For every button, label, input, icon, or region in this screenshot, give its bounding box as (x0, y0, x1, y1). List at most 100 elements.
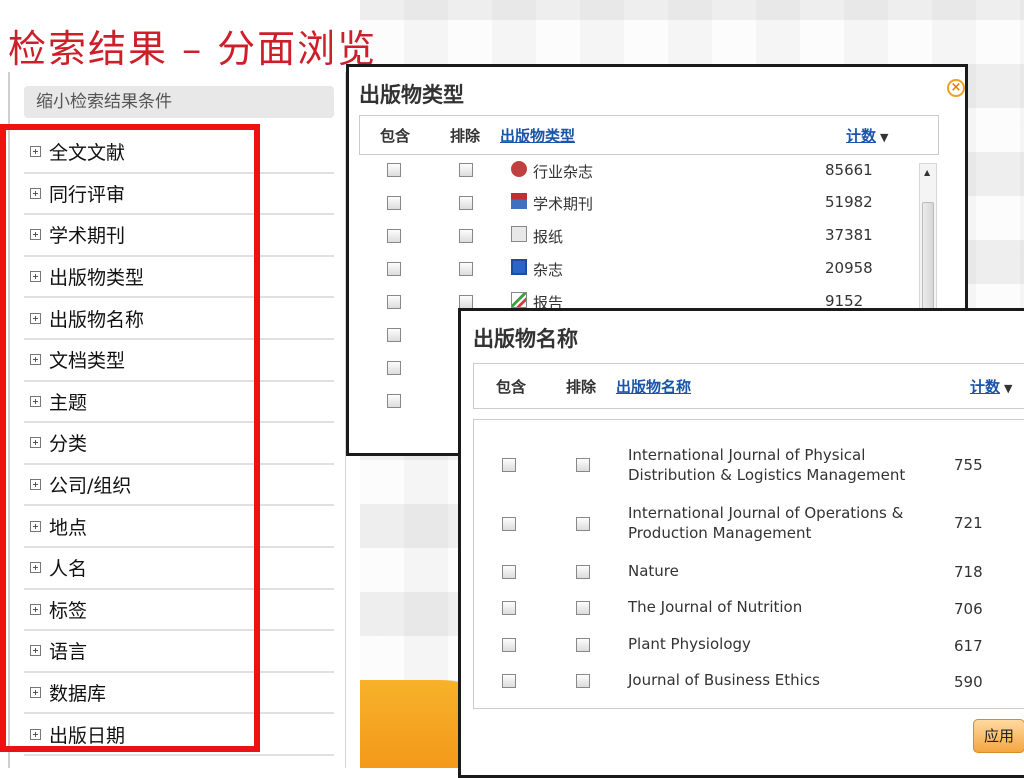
col-publication-title-sort[interactable]: 出版物名称 (616, 376, 691, 397)
type-count: 20958 (825, 259, 873, 277)
exclude-checkbox[interactable] (576, 674, 590, 688)
title-label-line1: International Journal of Operations & (628, 504, 904, 522)
include-checkbox[interactable] (502, 458, 516, 472)
include-checkbox[interactable] (502, 601, 516, 615)
type-count: 37381 (825, 226, 873, 244)
exclude-checkbox[interactable] (576, 565, 590, 579)
expand-icon (30, 645, 41, 657)
include-checkbox[interactable] (502, 674, 516, 688)
sort-down-icon: ▼ (1004, 382, 1013, 395)
facet-person[interactable]: 人名 (24, 548, 334, 590)
title-label-line2: Distribution & Logistics Management (628, 466, 906, 484)
col-exclude: 排除 (566, 378, 597, 396)
expand-icon (30, 520, 41, 532)
facet-language[interactable]: 语言 (24, 631, 334, 673)
magazine-icon (511, 259, 527, 275)
facet-label: 文档类型 (49, 350, 126, 373)
title-label-line1: Journal of Business Ethics (628, 671, 820, 689)
include-checkbox[interactable] (387, 229, 401, 243)
sort-down-icon: ▼ (880, 131, 889, 144)
title-label-line1: Plant Physiology (628, 635, 751, 653)
title-list: International Journal of Physical Distri… (473, 419, 1024, 709)
exclude-checkbox[interactable] (576, 601, 590, 615)
include-checkbox[interactable] (502, 565, 516, 579)
include-checkbox[interactable] (387, 361, 401, 375)
facet-label: 数据库 (49, 683, 107, 706)
report-icon (511, 292, 527, 308)
expand-icon (30, 687, 41, 699)
title-label-line1: Nature (628, 562, 679, 580)
facet-label: 同行评审 (49, 183, 126, 206)
expand-icon (30, 437, 41, 449)
facet-label: 全文文献 (49, 142, 126, 165)
title-count: 590 (954, 673, 983, 691)
col-include: 包含 (380, 127, 411, 145)
facet-tags[interactable]: 标签 (24, 590, 334, 632)
facet-label: 地点 (49, 516, 88, 539)
facet-label: 出版日期 (49, 724, 126, 747)
count-label: 计数 (970, 378, 1001, 396)
exclude-checkbox[interactable] (459, 262, 473, 276)
facet-subject[interactable]: 主题 (24, 382, 334, 424)
facet-peer-reviewed[interactable]: 同行评审 (24, 174, 334, 216)
exclude-checkbox[interactable] (576, 517, 590, 531)
facet-publication-date[interactable]: 出版日期 (24, 714, 334, 756)
exclude-checkbox[interactable] (459, 295, 473, 309)
include-checkbox[interactable] (387, 163, 401, 177)
orange-decoration (360, 680, 470, 768)
type-count: 51982 (825, 193, 873, 211)
title-label-line2: Production Management (628, 524, 812, 542)
exclude-checkbox[interactable] (459, 196, 473, 210)
table-header: 包含 排除 出版物类型 计数 ▼ (359, 115, 939, 155)
facet-scholarly-journals[interactable]: 学术期刊 (24, 215, 334, 257)
table-header: 包含 排除 出版物名称 计数 ▼ (473, 363, 1024, 409)
include-checkbox[interactable] (387, 328, 401, 342)
facet-classification[interactable]: 分类 (24, 423, 334, 465)
dialog-title: 出版物名称 (473, 326, 578, 351)
include-checkbox[interactable] (502, 517, 516, 531)
col-count-sort[interactable]: 计数 ▼ (846, 125, 888, 146)
facet-label: 出版物名称 (49, 308, 145, 331)
facet-label: 出版物类型 (49, 267, 145, 290)
title-label-line1: The Journal of Nutrition (628, 598, 803, 616)
facet-company[interactable]: 公司/组织 (24, 465, 334, 507)
close-icon[interactable]: × (947, 79, 965, 97)
scroll-up-icon[interactable]: ▲ (924, 168, 930, 177)
facet-location[interactable]: 地点 (24, 506, 334, 548)
title-count: 721 (954, 514, 983, 532)
type-label: 杂志 (533, 261, 564, 279)
include-checkbox[interactable] (387, 196, 401, 210)
apply-button[interactable]: 应用 (973, 719, 1024, 753)
title-count: 718 (954, 563, 983, 581)
expand-icon (30, 479, 41, 491)
facet-publication-type[interactable]: 出版物类型 (24, 257, 334, 299)
publication-title-dialog: 出版物名称 包含 排除 出版物名称 计数 ▼ International Jour… (458, 308, 1024, 778)
count-label: 计数 (846, 127, 877, 145)
facet-publication-title[interactable]: 出版物名称 (24, 298, 334, 340)
expand-icon (30, 562, 41, 574)
col-count-sort[interactable]: 计数 ▼ (970, 376, 1012, 397)
col-publication-type-sort[interactable]: 出版物类型 (500, 125, 575, 146)
exclude-checkbox[interactable] (459, 229, 473, 243)
facet-database[interactable]: 数据库 (24, 673, 334, 715)
exclude-checkbox[interactable] (459, 163, 473, 177)
col-include: 包含 (496, 378, 527, 396)
include-checkbox[interactable] (387, 394, 401, 408)
exclude-checkbox[interactable] (576, 638, 590, 652)
facet-document-type[interactable]: 文档类型 (24, 340, 334, 382)
expand-icon (30, 229, 41, 241)
title-count: 617 (954, 637, 983, 655)
exclude-checkbox[interactable] (576, 458, 590, 472)
facet-full-text[interactable]: 全文文献 (24, 132, 334, 174)
include-checkbox[interactable] (387, 295, 401, 309)
expand-icon (30, 271, 41, 283)
facet-label: 学术期刊 (49, 225, 126, 248)
trade-magazine-icon (511, 161, 527, 177)
expand-icon (30, 187, 41, 199)
include-checkbox[interactable] (502, 638, 516, 652)
expand-icon (30, 146, 41, 158)
newspaper-icon (511, 226, 527, 242)
include-checkbox[interactable] (387, 262, 401, 276)
scholarly-journal-icon (511, 193, 527, 209)
expand-icon (30, 603, 41, 615)
